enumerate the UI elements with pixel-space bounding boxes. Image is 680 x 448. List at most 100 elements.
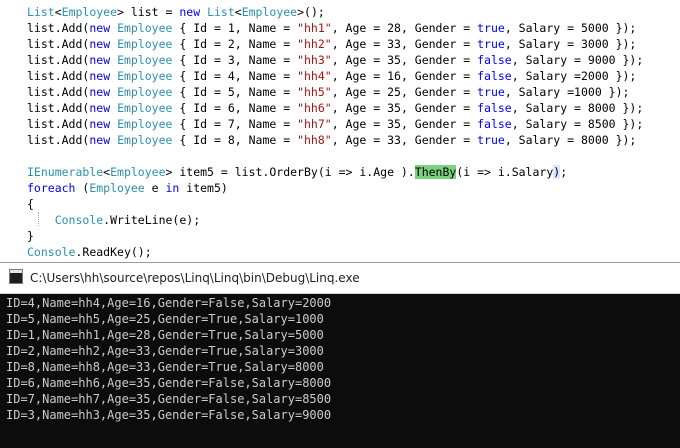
code-token: Employee: [61, 5, 118, 19]
code-token: list.: [27, 85, 62, 99]
code-token: <: [54, 5, 62, 19]
code-token: list.: [27, 101, 62, 115]
code-token: Employee: [117, 101, 173, 115]
code-line[interactable]: list.Add(new Employee { Id = 3, Name = "…: [27, 52, 643, 68]
code-token: { Id = 5, Name =: [172, 85, 298, 99]
code-token: "hh7": [297, 117, 332, 131]
code-token: true: [477, 37, 505, 51]
code-line[interactable]: list.Add(new Employee { Id = 6, Name = "…: [27, 100, 643, 116]
code-token: , Salary = 8500 });: [511, 117, 644, 131]
console-output: ID=4,Name=hh4,Age=16,Gender=False,Salary…: [6, 295, 331, 423]
code-token: new: [179, 5, 201, 19]
code-token: , Age = 33, Gender =: [331, 133, 478, 147]
code-line[interactable]: [27, 148, 643, 164]
code-token: , Age = 35, Gender =: [331, 53, 478, 67]
code-token: item5): [179, 181, 228, 195]
code-token: Add: [61, 101, 83, 115]
code-text[interactable]: List<Employee> list = new List<Employee>…: [27, 4, 643, 260]
code-token: , Salary = 8000 });: [511, 101, 644, 115]
code-token: , Age = 16, Gender =: [331, 69, 478, 83]
code-line[interactable]: list.Add(new Employee { Id = 2, Name = "…: [27, 36, 643, 52]
code-editor[interactable]: List<Employee> list = new List<Employee>…: [0, 0, 680, 262]
code-token: list.: [27, 69, 62, 83]
code-token: Employee: [117, 69, 173, 83]
code-token: , Age = 33, Gender =: [331, 37, 478, 51]
console-output-line: ID=5,Name=hh5,Age=25,Gender=True,Salary=…: [6, 312, 324, 326]
console-titlebar[interactable]: C:\Users\hh\source\repos\Linq\Linq\bin\D…: [0, 263, 680, 294]
code-token: , Salary = 9000 });: [511, 53, 644, 67]
code-token: "hh2": [297, 37, 332, 51]
code-token: Console: [54, 213, 104, 227]
code-token: IEnumerable: [27, 165, 104, 179]
code-token: Add: [61, 85, 83, 99]
code-token: List: [27, 5, 55, 19]
code-token: Console: [27, 245, 76, 259]
code-token: { Id = 2, Name =: [172, 37, 298, 51]
code-line[interactable]: foreach (Employee e in item5): [27, 180, 643, 196]
console-output-line: ID=7,Name=hh7,Age=35,Gender=False,Salary…: [6, 392, 332, 406]
code-line[interactable]: list.Add(new Employee { Id = 4, Name = "…: [27, 68, 643, 84]
code-token: new: [89, 85, 111, 99]
code-token: , Salary = 3000 });: [504, 37, 637, 51]
code-token: foreach: [27, 181, 76, 195]
code-token: Employee: [117, 117, 173, 131]
code-token: "hh1": [297, 21, 332, 35]
code-token: Employee: [241, 5, 298, 19]
code-token: Employee: [110, 165, 166, 179]
code-token: new: [89, 101, 111, 115]
code-line[interactable]: Console.ReadKey();: [27, 244, 643, 260]
code-token: "hh6": [297, 101, 332, 115]
code-token: , Age = 35, Gender =: [331, 101, 478, 115]
code-token: Employee: [117, 37, 173, 51]
code-token: <: [234, 5, 242, 19]
code-token: (e);: [172, 213, 201, 227]
console-output-line: ID=8,Name=hh8,Age=33,Gender=True,Salary=…: [6, 360, 324, 374]
code-token: (i => i.Salary: [456, 165, 554, 179]
code-token: new: [89, 21, 111, 35]
code-token: new: [89, 133, 111, 147]
code-token: (i => i.Age ).: [317, 165, 415, 179]
code-token: list.: [27, 117, 62, 131]
code-token: { Id = 1, Name =: [172, 21, 298, 35]
code-token: > list =: [117, 5, 180, 19]
code-token: ();: [130, 245, 152, 259]
code-token: , Salary =1000 });: [504, 85, 630, 99]
code-token: new: [89, 53, 111, 67]
console-output-line: ID=4,Name=hh4,Age=16,Gender=False,Salary…: [6, 296, 332, 310]
code-token: false: [477, 69, 512, 83]
console-app-icon: [9, 269, 23, 284]
console-window[interactable]: C:\Users\hh\source\repos\Linq\Linq\bin\D…: [0, 262, 680, 448]
code-token: (: [75, 181, 90, 195]
code-token: "hh4": [297, 69, 332, 83]
code-token: { Id = 7, Name =: [172, 117, 298, 131]
code-line[interactable]: list.Add(new Employee { Id = 7, Name = "…: [27, 116, 643, 132]
code-token: Add: [61, 133, 83, 147]
code-line[interactable]: list.Add(new Employee { Id = 1, Name = "…: [27, 20, 643, 36]
code-line[interactable]: list.Add(new Employee { Id = 8, Name = "…: [27, 132, 643, 148]
code-token: false: [477, 53, 512, 67]
code-token: new: [89, 117, 111, 131]
code-line[interactable]: IEnumerable<Employee> item5 = list.Order…: [27, 164, 643, 180]
code-token: list.: [27, 37, 62, 51]
code-line[interactable]: List<Employee> list = new List<Employee>…: [27, 4, 643, 20]
code-token: ;: [560, 165, 568, 179]
code-token: Employee: [89, 181, 145, 195]
code-token: false: [477, 101, 512, 115]
code-line[interactable]: list.Add(new Employee { Id = 5, Name = "…: [27, 84, 643, 100]
code-line[interactable]: }: [27, 228, 643, 244]
code-line[interactable]: Console.WriteLine(e);: [27, 212, 643, 228]
code-token: new: [89, 37, 111, 51]
code-token: ReadKey: [82, 245, 131, 259]
console-output-line: ID=1,Name=hh1,Age=28,Gender=True,Salary=…: [6, 328, 324, 342]
code-token: Add: [61, 53, 83, 67]
code-token: , Salary =2000 });: [511, 69, 637, 83]
code-line[interactable]: {: [27, 196, 643, 212]
code-token: true: [477, 133, 505, 147]
code-token: }: [27, 229, 34, 243]
code-token: ThenBy: [414, 165, 457, 179]
code-token: { Id = 4, Name =: [172, 69, 298, 83]
code-token: OrderBy: [269, 165, 318, 179]
code-token: new: [89, 69, 111, 83]
code-token: Employee: [117, 53, 173, 67]
